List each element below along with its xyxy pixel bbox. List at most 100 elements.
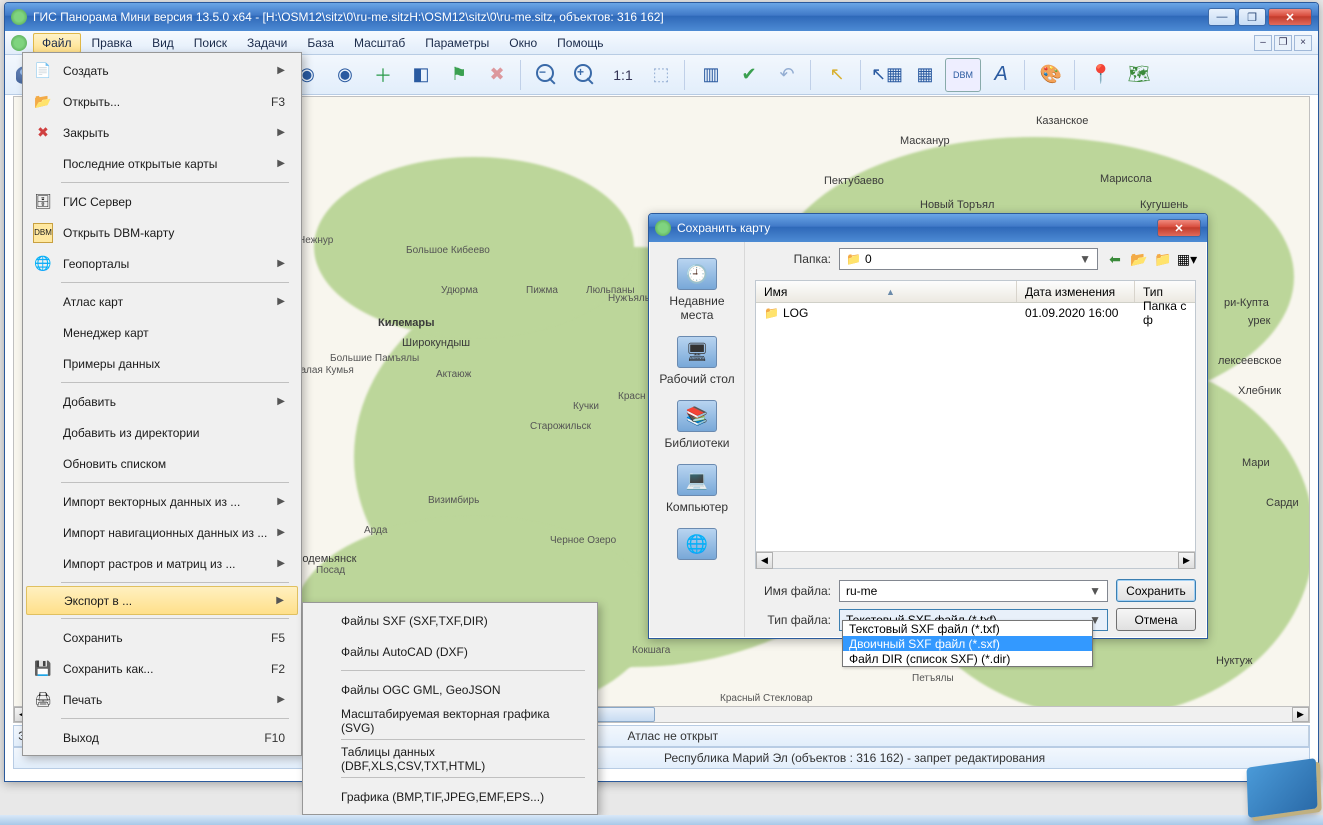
place-libraries[interactable]: 📚Библиотеки	[655, 396, 739, 454]
menu-options[interactable]: Параметры	[416, 33, 498, 53]
layer-tool-icon[interactable]: ◧	[403, 58, 439, 92]
dbm-icon[interactable]: DBM	[945, 58, 981, 92]
menu-add[interactable]: Добавить▶	[25, 386, 299, 417]
place-network[interactable]: 🌐	[655, 524, 739, 568]
menu-open-dbm[interactable]: DBMОткрыть DBM-карту	[25, 217, 299, 248]
save-dialog-titlebar[interactable]: Сохранить карту ✕	[649, 214, 1207, 242]
menu-open[interactable]: 📂Открыть...F3	[25, 86, 299, 117]
map-label: Кугушень	[1140, 199, 1188, 211]
text-a-icon[interactable]: A	[983, 58, 1019, 92]
filetype-option-sxf[interactable]: Двоичный SXF файл (*.sxf)	[843, 636, 1092, 651]
menu-save[interactable]: СохранитьF5	[25, 622, 299, 653]
menu-tasks[interactable]: Задачи	[238, 33, 296, 53]
file-menu-dropdown: 📄Создать▶ 📂Открыть...F3 ✖Закрыть▶ Послед…	[22, 52, 302, 756]
folder-label: Папка:	[755, 252, 831, 266]
mdi-restore-button[interactable]: ❐	[1274, 35, 1292, 51]
folder-dropdown[interactable]: 📁0▼	[839, 248, 1098, 270]
nav-back-icon[interactable]: ⬅	[1106, 250, 1124, 268]
col-name[interactable]: Имя▲	[756, 281, 1017, 302]
pin-icon[interactable]: 📍	[1083, 58, 1119, 92]
menu-import-raster[interactable]: Импорт растров и матриц из ...▶	[25, 548, 299, 579]
mdi-minimize-button[interactable]: –	[1254, 35, 1272, 51]
minimize-button[interactable]: —	[1208, 8, 1236, 26]
map-label: Кокшага	[632, 645, 670, 656]
map-label: Килемары	[378, 317, 435, 329]
menu-window[interactable]: Окно	[500, 33, 546, 53]
select-rect-icon[interactable]: ⬚	[643, 58, 679, 92]
cancel-button[interactable]: Отмена	[1116, 608, 1196, 631]
scroll-right-arrow-icon[interactable]: ▶	[1292, 707, 1309, 722]
menu-map-manager[interactable]: Менеджер карт	[25, 317, 299, 348]
zoom-out-button[interactable]: −	[529, 58, 565, 92]
maximize-button[interactable]: ❐	[1238, 8, 1266, 26]
menu-database[interactable]: База	[298, 33, 343, 53]
palette-icon[interactable]: 🎨	[1033, 58, 1069, 92]
map-label: лексеевское	[1218, 355, 1282, 367]
view-mode-icon[interactable]: ▦▾	[1178, 250, 1196, 268]
menu-create[interactable]: 📄Создать▶	[25, 55, 299, 86]
export-sxf[interactable]: Файлы SXF (SXF,TXF,DIR)	[305, 605, 595, 636]
menu-add-dir[interactable]: Добавить из директории	[25, 417, 299, 448]
flag-red-icon[interactable]: ✖	[479, 58, 515, 92]
file-row[interactable]: 📁LOG 01.09.2020 16:00 Папка с ф	[756, 303, 1195, 323]
map-pin-icon[interactable]: 🗺	[1121, 58, 1157, 92]
grid-icon[interactable]: ▦	[907, 58, 943, 92]
menu-import-nav[interactable]: Импорт навигационных данных из ...▶	[25, 517, 299, 548]
new-folder-icon[interactable]: 📁	[1154, 250, 1172, 268]
menu-save-as[interactable]: 💾Сохранить как...F2	[25, 653, 299, 684]
export-autocad[interactable]: Файлы AutoCAD (DXF)	[305, 636, 595, 667]
col-type[interactable]: Тип	[1135, 281, 1195, 302]
menu-scale[interactable]: Масштаб	[345, 33, 414, 53]
menu-help[interactable]: Помощь	[548, 33, 612, 53]
menu-gis-server[interactable]: 🗄ГИС Сервер	[25, 186, 299, 217]
filetype-option-dir[interactable]: Файл DIR (список SXF) (*.dir)	[843, 651, 1092, 666]
window-split-icon[interactable]: ▥	[693, 58, 729, 92]
export-svg[interactable]: Масштабируемая векторная графика (SVG)	[305, 705, 595, 736]
hscroll-right-arrow-icon[interactable]: ▶	[1178, 552, 1195, 569]
menu-import-vector[interactable]: Импорт векторных данных из ...▶	[25, 486, 299, 517]
plus-tool-icon[interactable]: ＋	[365, 58, 401, 92]
flag-green-icon[interactable]: ⚑	[441, 58, 477, 92]
point-tool-3-icon[interactable]: ◉	[327, 58, 363, 92]
filetype-option-txf[interactable]: Текстовый SXF файл (*.txf)	[843, 621, 1092, 636]
menu-exit[interactable]: ВыходF10	[25, 722, 299, 753]
file-list[interactable]: Имя▲ Дата изменения Тип 📁LOG 01.09.2020 …	[755, 280, 1196, 569]
scale-1-1-button[interactable]: 1:1	[605, 58, 641, 92]
menu-view[interactable]: Вид	[143, 33, 183, 53]
menu-close[interactable]: ✖Закрыть▶	[25, 117, 299, 148]
cursor-icon[interactable]: ↖	[819, 58, 855, 92]
menu-search[interactable]: Поиск	[185, 33, 236, 53]
undo-arrow-icon[interactable]: ↶	[769, 58, 805, 92]
check-tool-icon[interactable]: ✔	[731, 58, 767, 92]
export-ogc[interactable]: Файлы OGC GML, GeoJSON	[305, 674, 595, 705]
up-folder-icon[interactable]: 📂	[1130, 250, 1148, 268]
map-label: урек	[1248, 315, 1270, 327]
menu-samples[interactable]: Примеры данных	[25, 348, 299, 379]
menu-refresh[interactable]: Обновить списком	[25, 448, 299, 479]
close-button[interactable]: ✕	[1268, 8, 1312, 26]
place-computer[interactable]: 💻Компьютер	[655, 460, 739, 518]
menu-export[interactable]: Экспорт в ...▶	[26, 586, 298, 615]
place-recent[interactable]: 🕘Недавние места	[655, 254, 739, 326]
hscroll-left-arrow-icon[interactable]: ◀	[756, 552, 773, 569]
save-dialog-close-button[interactable]: ✕	[1157, 219, 1201, 237]
menu-geoportals[interactable]: 🌐Геопорталы▶	[25, 248, 299, 279]
cursor-panel-icon[interactable]: ↖▦	[869, 58, 905, 92]
export-graphics[interactable]: Графика (BMP,TIF,JPEG,EMF,EPS...)	[305, 781, 595, 812]
main-titlebar[interactable]: ГИС Панорама Мини версия 13.5.0 x64 - [H…	[5, 3, 1318, 31]
menu-print[interactable]: 🖨Печать▶	[25, 684, 299, 715]
map-label: Мари	[1242, 457, 1270, 469]
file-list-hscroll[interactable]: ◀ ▶	[756, 551, 1195, 568]
menu-file[interactable]: Файл	[33, 33, 81, 53]
menu-edit[interactable]: Правка	[83, 33, 142, 53]
zoom-in-button[interactable]: +	[567, 58, 603, 92]
mdi-close-button[interactable]: ×	[1294, 35, 1312, 51]
filename-input[interactable]: ru-me▼	[839, 580, 1108, 602]
map-label: Пижма	[526, 285, 558, 296]
export-tables[interactable]: Таблицы данных (DBF,XLS,CSV,TXT,HTML)	[305, 743, 595, 774]
place-desktop[interactable]: 🖥Рабочий стол	[655, 332, 739, 390]
menu-recent[interactable]: Последние открытые карты▶	[25, 148, 299, 179]
col-date[interactable]: Дата изменения	[1017, 281, 1135, 302]
menu-atlas[interactable]: Атлас карт▶	[25, 286, 299, 317]
save-button[interactable]: Сохранить	[1116, 579, 1196, 602]
